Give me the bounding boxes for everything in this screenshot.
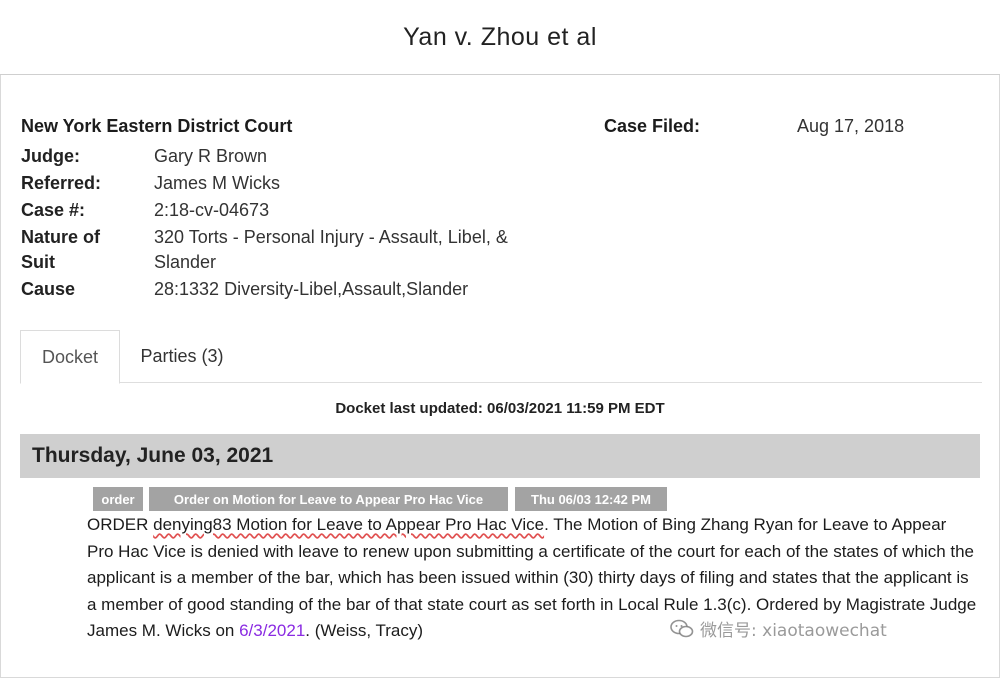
- judge-label: Judge:: [21, 146, 81, 166]
- cause-row: Cause 28:1332 Diversity-Libel,Assault,Sl…: [21, 277, 468, 302]
- entry-date-link[interactable]: 6/3/2021: [239, 621, 305, 640]
- referred-label: Referred:: [21, 173, 102, 193]
- tab-parties[interactable]: Parties (3): [132, 330, 232, 382]
- case-number-row: Case #: 2:18-cv-04673: [21, 198, 269, 223]
- cause-value: 28:1332 Diversity-Libel,Assault,Slander: [154, 279, 469, 299]
- nature-of-suit-row: Nature of 320 Torts - Personal Injury - …: [21, 225, 508, 250]
- case-filed-value: Aug 17, 2018: [797, 116, 905, 136]
- cause-label: Cause: [21, 279, 76, 299]
- case-number-value: 2:18-cv-04673: [154, 200, 270, 220]
- entry-end: . (Weiss, Tracy): [305, 621, 424, 640]
- page-title: Yan v. Zhou et al: [403, 22, 597, 51]
- nature-of-suit-value-line2: Slander: [154, 252, 217, 272]
- case-number-label: Case #:: [21, 200, 86, 220]
- entry-prefix: ORDER: [87, 515, 154, 534]
- judge-value: Gary R Brown: [154, 146, 268, 166]
- court-name: New York Eastern District Court: [21, 116, 293, 136]
- entry-type-badge: order: [93, 487, 143, 511]
- entry-time-badge: Thu 06/03 12:42 PM: [515, 487, 667, 511]
- nature-of-suit-value-line1: 320 Torts - Personal Injury - Assault, L…: [154, 227, 508, 247]
- nature-of-suit-row-2: Suit Slander: [21, 250, 216, 275]
- wechat-icon: [670, 619, 694, 637]
- docket-last-updated: Docket last updated: 06/03/2021 11:59 PM…: [335, 400, 665, 417]
- day-header-label: Thursday, June 03, 2021: [32, 444, 274, 467]
- nature-of-suit-label-line1: Nature of: [21, 227, 101, 247]
- entry-title-badge: Order on Motion for Leave to Appear Pro …: [149, 487, 508, 511]
- referred-value: James M Wicks: [154, 173, 280, 193]
- judge-row: Judge: Gary R Brown: [21, 144, 267, 169]
- tab-docket[interactable]: Docket: [20, 330, 120, 384]
- watermark-text: 微信号: xiaotaowechat: [700, 621, 887, 641]
- case-filed-label: Case Filed:: [604, 116, 701, 136]
- header: Yan v. Zhou et al: [0, 0, 1000, 75]
- entry-motion-reference[interactable]: denying83 Motion for Leave to Appear Pro…: [153, 515, 544, 534]
- watermark: 微信号: xiaotaowechat: [670, 616, 887, 641]
- nature-of-suit-label-line2: Suit: [21, 252, 55, 272]
- referred-row: Referred: James M Wicks: [21, 171, 280, 196]
- day-header: Thursday, June 03, 2021: [20, 434, 980, 478]
- tab-bar: Docket Parties (3): [20, 330, 982, 384]
